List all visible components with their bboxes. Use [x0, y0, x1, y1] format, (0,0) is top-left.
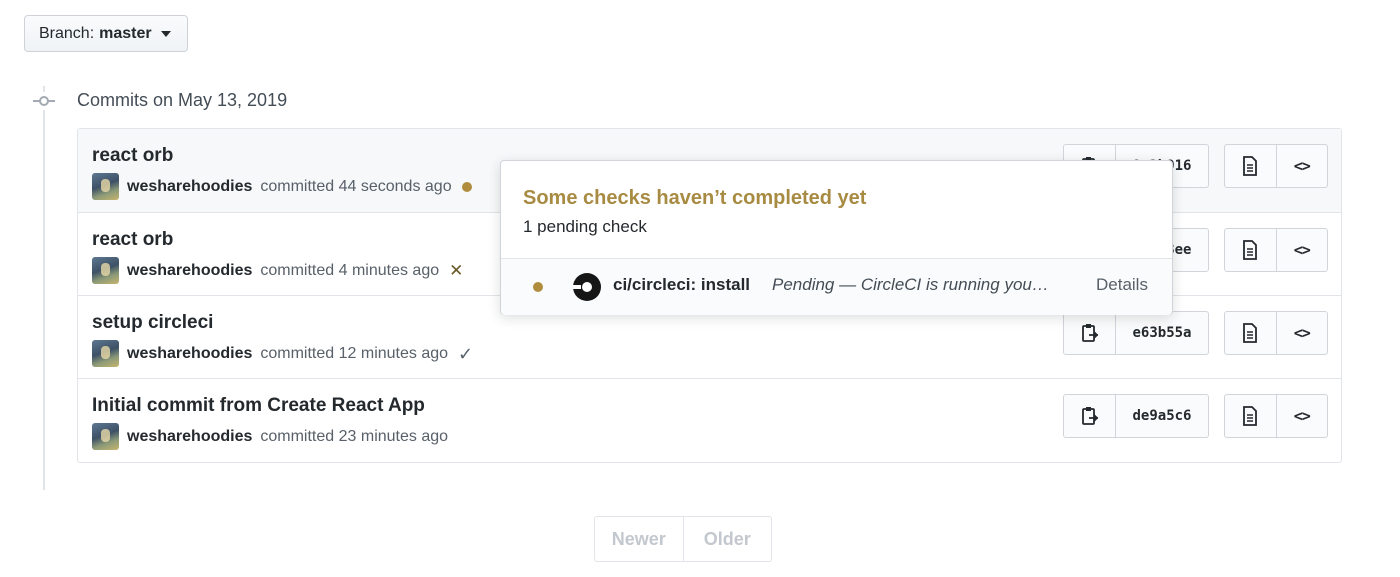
copy-sha-button[interactable] — [1064, 312, 1116, 354]
code-icon: <> — [1293, 157, 1311, 175]
branch-select-button[interactable]: Branch: master — [24, 15, 188, 52]
view-commit-button[interactable] — [1225, 312, 1277, 354]
circleci-logo-icon — [573, 273, 601, 301]
commit-title-link[interactable]: Initial commit from Create React App — [92, 395, 425, 417]
commit-time: committed 23 minutes ago — [260, 427, 449, 445]
commit-author-link[interactable]: wesharehoodies — [127, 178, 252, 196]
browse-repo-button[interactable]: <> — [1277, 312, 1328, 354]
view-commit-button[interactable] — [1225, 145, 1277, 187]
commit-author-link[interactable]: wesharehoodies — [127, 428, 252, 446]
check-description: Pending — CircleCI is running your tests — [772, 275, 1050, 294]
browse-button-group: <> — [1224, 228, 1328, 272]
status-pending-icon — [533, 282, 543, 292]
code-icon: <> — [1293, 241, 1311, 259]
older-button[interactable]: Older — [684, 517, 772, 561]
commit-group-title: Commits on May 13, 2019 — [77, 90, 288, 110]
file-icon — [1243, 406, 1258, 426]
newer-button[interactable]: Newer — [595, 517, 684, 561]
code-icon: <> — [1293, 324, 1311, 342]
commit-title-link[interactable]: setup circleci — [92, 312, 213, 334]
clipboard-icon — [1081, 324, 1098, 342]
browse-button-group: <> — [1224, 394, 1328, 438]
file-icon — [1243, 156, 1258, 176]
browse-repo-button[interactable]: <> — [1277, 395, 1328, 437]
commit-node-icon — [33, 92, 55, 110]
browse-repo-button[interactable]: <> — [1277, 145, 1328, 187]
branch-label: Branch: — [39, 24, 95, 42]
commit-sha-link[interactable]: e63b55a — [1116, 312, 1208, 354]
file-icon — [1243, 240, 1258, 260]
caret-down-icon — [160, 30, 171, 37]
commit-title-link[interactable]: react orb — [92, 145, 173, 167]
browse-button-group: <> — [1224, 311, 1328, 355]
commit-meta: wesharehoodies committed 44 seconds ago — [92, 173, 472, 200]
popover-title: Some checks haven’t completed yet — [523, 187, 867, 209]
commit-author-link[interactable]: wesharehoodies — [127, 262, 252, 280]
status-failure-icon[interactable]: ✕ — [449, 262, 463, 279]
commit-title-link[interactable]: react orb — [92, 229, 173, 251]
file-icon — [1243, 323, 1258, 343]
sha-button-group: e63b55a — [1063, 311, 1209, 355]
commit-meta: wesharehoodies committed 12 minutes ago … — [92, 340, 473, 367]
copy-sha-button[interactable] — [1064, 395, 1116, 437]
commit-author-link[interactable]: wesharehoodies — [127, 345, 252, 363]
commit-meta: wesharehoodies committed 4 minutes ago ✕ — [92, 257, 463, 284]
commit-time: committed 44 seconds ago — [260, 177, 452, 195]
view-commit-button[interactable] — [1225, 395, 1277, 437]
avatar[interactable] — [92, 173, 119, 200]
avatar[interactable] — [92, 340, 119, 367]
status-pending-icon[interactable] — [461, 181, 472, 192]
avatar[interactable] — [92, 257, 119, 284]
status-success-icon[interactable]: ✓ — [458, 345, 473, 363]
code-icon: <> — [1293, 407, 1311, 425]
commit-time: committed 4 minutes ago — [260, 261, 440, 279]
view-commit-button[interactable] — [1225, 229, 1277, 271]
timeline-line — [43, 86, 45, 490]
popover-subtitle: 1 pending check — [523, 217, 647, 236]
checks-popover: Some checks haven’t completed yet 1 pend… — [500, 160, 1173, 315]
commit-sha-link[interactable]: de9a5c6 — [1116, 395, 1208, 437]
pagination: Newer Older — [594, 516, 772, 562]
browse-repo-button[interactable]: <> — [1277, 229, 1328, 271]
browse-button-group: <> — [1224, 144, 1328, 188]
commit-row: Initial commit from Create React App wes… — [78, 378, 1341, 461]
clipboard-icon — [1081, 407, 1098, 425]
check-row: ci/circleci: install Pending — CircleCI … — [501, 258, 1172, 315]
branch-value: master — [99, 24, 152, 42]
check-name: ci/circleci: install — [613, 275, 751, 294]
check-details-link[interactable]: Details — [1096, 275, 1148, 295]
sha-button-group: de9a5c6 — [1063, 394, 1209, 438]
commit-time: committed 12 minutes ago — [260, 344, 449, 362]
avatar[interactable] — [92, 423, 119, 450]
commit-meta: wesharehoodies committed 23 minutes ago — [92, 423, 448, 450]
